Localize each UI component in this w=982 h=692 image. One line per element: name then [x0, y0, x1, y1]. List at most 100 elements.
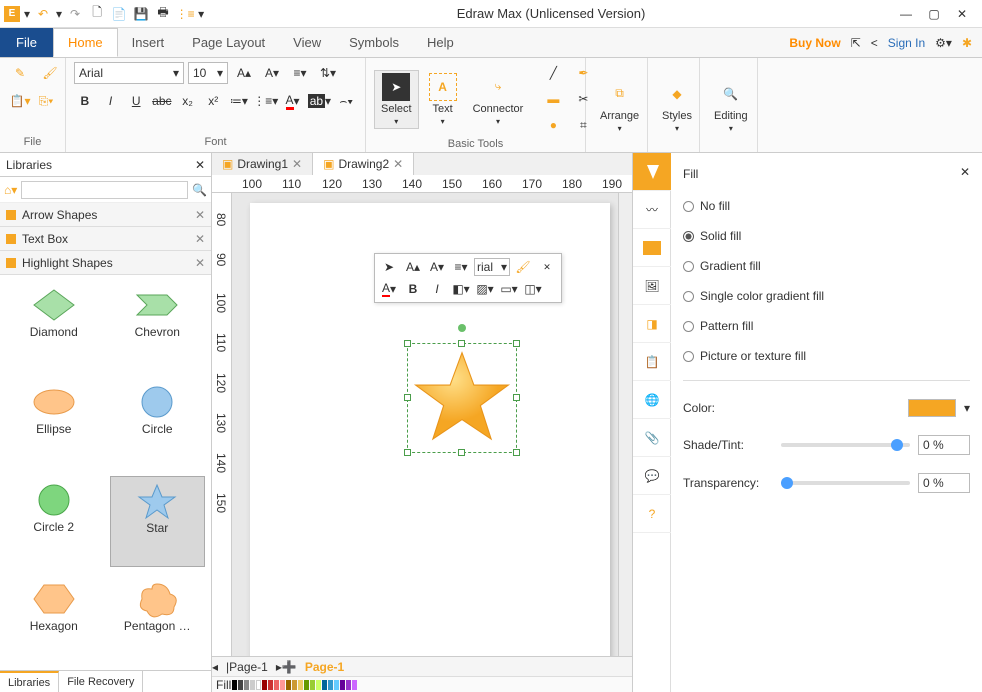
theme-icon[interactable]: ◫▾	[522, 279, 544, 299]
export-icon[interactable]: ⇱	[851, 36, 861, 50]
tab-help[interactable]: Help	[413, 28, 468, 57]
numbering-icon[interactable]: ⋮≡▾	[254, 90, 278, 112]
arrange-button[interactable]: ⧉Arrange▾	[594, 78, 645, 135]
close-tab-icon[interactable]: ✕	[292, 157, 302, 171]
font-color-icon[interactable]: A▾	[378, 279, 400, 299]
bullets-icon[interactable]: ≔▾	[228, 90, 250, 112]
shadow-icon[interactable]: ▨▾	[474, 279, 496, 299]
vertical-scrollbar[interactable]	[618, 193, 632, 656]
options-icon[interactable]: ⋮≡	[176, 5, 194, 23]
add-page-icon[interactable]: ➕	[282, 660, 297, 674]
open-icon[interactable]: 📄	[110, 5, 128, 23]
grow-font-icon[interactable]: A▴	[402, 257, 424, 277]
buy-now-link[interactable]: Buy Now	[789, 36, 840, 50]
settings-icon[interactable]: ⚙▾	[935, 36, 952, 50]
lib-cat-text-box[interactable]: Text Box✕	[0, 227, 211, 251]
italic-icon[interactable]: I	[426, 279, 448, 299]
line-tab-icon[interactable]: 〰	[633, 191, 671, 229]
library-search-input[interactable]	[21, 181, 188, 199]
lib-cat-highlight-shapes[interactable]: Highlight Shapes✕	[0, 251, 211, 275]
mini-font-combo[interactable]: rial▾	[474, 258, 510, 276]
shape-chevron[interactable]: Chevron	[110, 281, 206, 370]
curve-text-icon[interactable]: ⌢▾	[335, 90, 357, 112]
tab-view[interactable]: View	[279, 28, 335, 57]
selection-box[interactable]	[407, 343, 517, 453]
home-icon[interactable]: ⌂▾	[4, 183, 17, 197]
shape-ellipse[interactable]: Ellipse	[6, 378, 102, 467]
strike-icon[interactable]: abc	[151, 90, 173, 112]
doc-tab-drawing1[interactable]: ▣Drawing1✕	[212, 153, 313, 175]
fill-tab-icon[interactable]	[633, 153, 671, 191]
grow-font-icon[interactable]: A▴	[232, 62, 256, 84]
attachment-tab-icon[interactable]: 📎	[633, 419, 671, 457]
shape-circle[interactable]: Circle	[110, 378, 206, 467]
minimize-icon[interactable]: —	[898, 6, 914, 22]
radio-solid-fill[interactable]: Solid fill	[683, 226, 970, 246]
shade-slider[interactable]	[781, 443, 910, 447]
tab-page-layout[interactable]: Page Layout	[178, 28, 279, 57]
radio-picture-fill[interactable]: Picture or texture fill	[683, 346, 970, 366]
font-size-combo[interactable]: 10▾	[188, 62, 228, 84]
brush-icon[interactable]: 🖌	[38, 62, 62, 84]
comment-tab-icon[interactable]: 💬	[633, 457, 671, 495]
file-menu-button[interactable]: File	[0, 28, 53, 57]
doc-tab-drawing2[interactable]: ▣Drawing2✕	[313, 153, 414, 175]
help-tab-icon[interactable]: ?	[633, 495, 671, 533]
new-doc-icon[interactable]: 🗋	[88, 5, 106, 23]
line-icon[interactable]: ▭▾	[498, 279, 520, 299]
close-fill-panel-icon[interactable]: ✕	[960, 165, 970, 179]
save-icon[interactable]: 💾	[132, 5, 150, 23]
superscript-icon[interactable]: x²	[202, 90, 224, 112]
undo-icon[interactable]: ↶	[34, 5, 52, 23]
print-icon[interactable]: 🖶	[154, 5, 172, 23]
shape-star[interactable]: Star	[110, 476, 206, 567]
editing-button[interactable]: 🔍Editing▾	[708, 78, 754, 135]
line-tool-icon[interactable]: ╱	[541, 62, 565, 84]
redo-icon[interactable]: ↷	[66, 5, 84, 23]
shape-fill-tab-icon[interactable]	[633, 229, 671, 267]
italic-icon[interactable]: I	[100, 90, 122, 112]
close-icon[interactable]: ✕	[954, 6, 970, 22]
lib-cat-arrow-shapes[interactable]: Arrow Shapes✕	[0, 203, 211, 227]
sign-in-link[interactable]: Sign In	[888, 36, 925, 50]
close-floater-icon[interactable]: ✕	[536, 257, 558, 277]
close-tab-icon[interactable]: ✕	[393, 157, 403, 171]
page-tab-1[interactable]: Page-1	[297, 660, 352, 674]
format-painter-icon[interactable]: 🖌	[512, 257, 534, 277]
format-painter-icon[interactable]: ✎	[8, 62, 32, 84]
libtab-libraries[interactable]: Libraries	[0, 671, 59, 692]
hyperlink-tab-icon[interactable]: 🌐	[633, 381, 671, 419]
select-tool-button[interactable]: ➤ Select ▾	[374, 70, 419, 129]
shape-diamond[interactable]: Diamond	[6, 281, 102, 370]
tab-insert[interactable]: Insert	[118, 28, 179, 57]
pointer-icon[interactable]: ➤	[378, 257, 400, 277]
tab-home[interactable]: Home	[53, 28, 118, 57]
align-icon[interactable]: ≡▾	[450, 257, 472, 277]
copy-icon[interactable]: ⎘▾	[34, 90, 58, 112]
align-icon[interactable]: ≡▾	[288, 62, 312, 84]
shade-value-input[interactable]: 0 %	[918, 435, 970, 455]
radio-single-color-gradient[interactable]: Single color gradient fill	[683, 286, 970, 306]
shrink-font-icon[interactable]: A▾	[426, 257, 448, 277]
tab-symbols[interactable]: Symbols	[335, 28, 413, 57]
shape-pentagon[interactable]: Pentagon …	[110, 575, 206, 664]
app-logo-icon[interactable]: ✱	[962, 36, 972, 50]
bold-icon[interactable]: B	[74, 90, 96, 112]
shadow-tab-icon[interactable]: ◨	[633, 305, 671, 343]
paste-icon[interactable]: 📋▾	[8, 90, 32, 112]
clipboard-tab-icon[interactable]: 📋	[633, 343, 671, 381]
qat-dropdown-icon[interactable]: ▾	[24, 7, 30, 21]
close-libraries-icon[interactable]: ✕	[195, 158, 205, 172]
radio-no-fill[interactable]: No fill	[683, 196, 970, 216]
radio-pattern-fill[interactable]: Pattern fill	[683, 316, 970, 336]
fill-icon[interactable]: ◧▾	[450, 279, 472, 299]
ellipse-tool-icon[interactable]: ●	[541, 114, 565, 136]
font-name-combo[interactable]: Arial▾	[74, 62, 184, 84]
share-icon[interactable]: <	[871, 36, 878, 50]
connector-tool-button[interactable]: ⤷ Connector ▾	[467, 71, 530, 128]
search-icon[interactable]: 🔍	[192, 183, 207, 197]
libtab-file-recovery[interactable]: File Recovery	[59, 671, 143, 692]
picture-tab-icon[interactable]: 🖼	[633, 267, 671, 305]
color-picker-button[interactable]	[908, 399, 956, 417]
highlight-icon[interactable]: ab▾	[307, 90, 331, 112]
